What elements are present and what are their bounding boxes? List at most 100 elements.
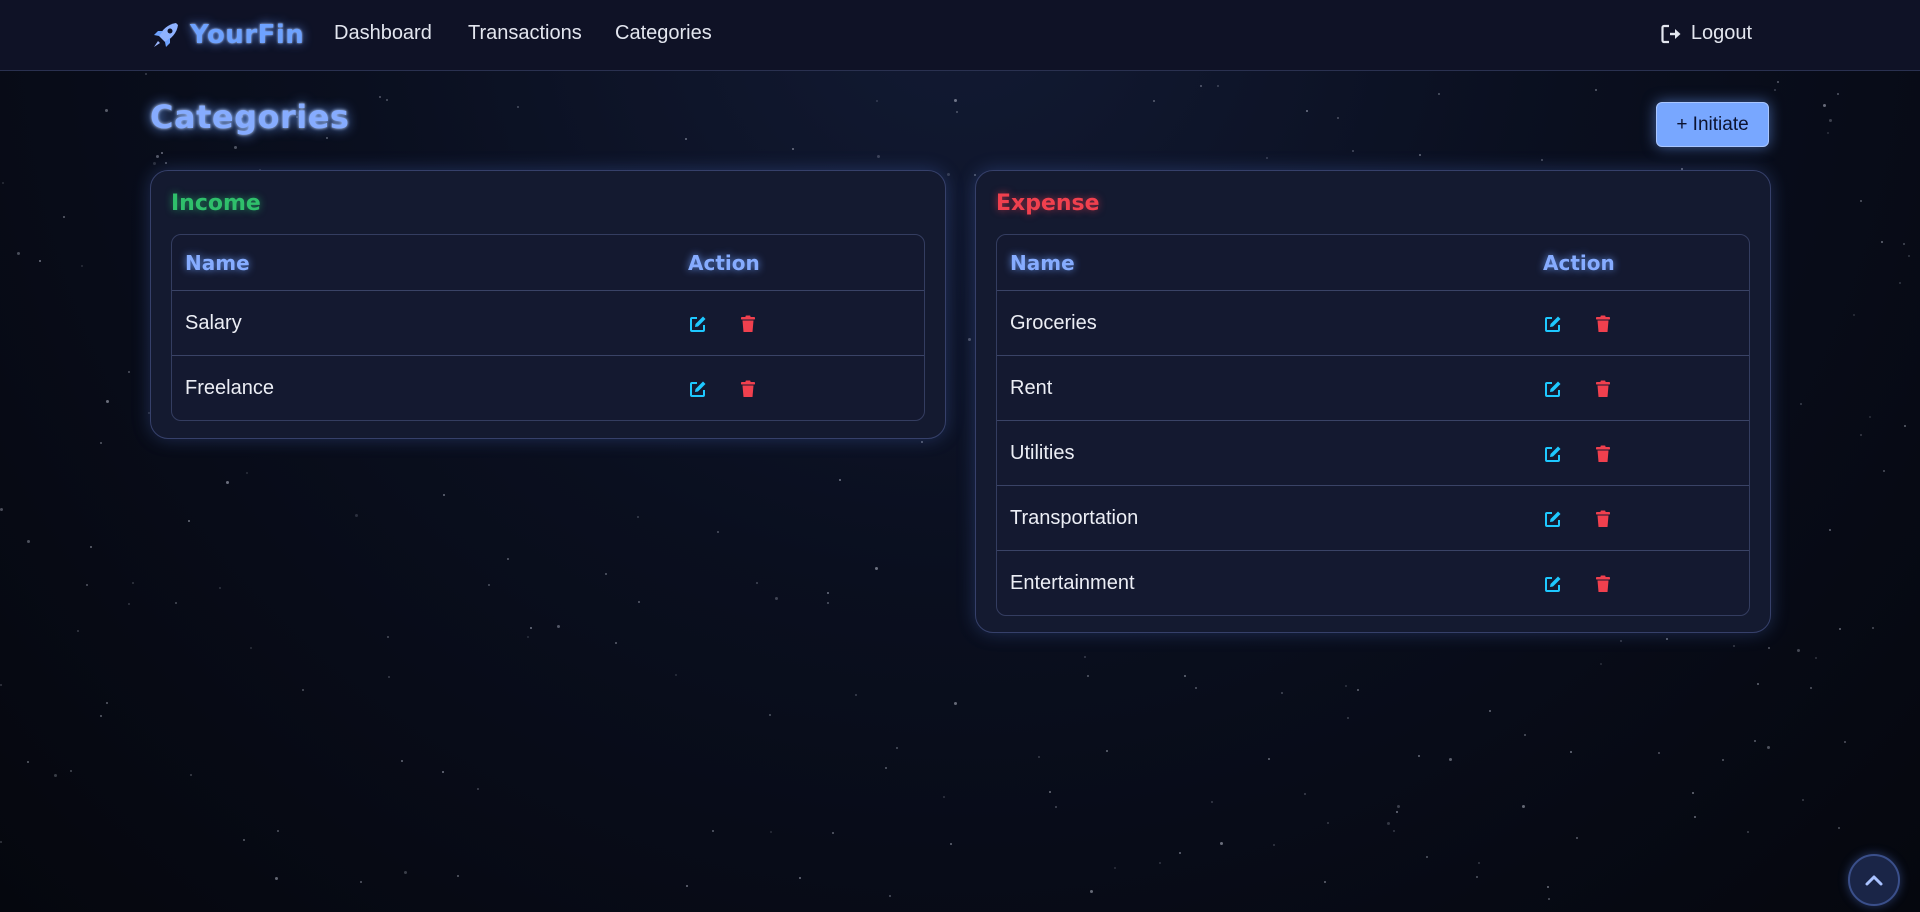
nav-link-transactions[interactable]: Transactions xyxy=(468,22,582,45)
star-decoration xyxy=(1883,470,1885,472)
star-decoration xyxy=(1304,793,1306,795)
trash-icon[interactable] xyxy=(740,380,756,403)
column-header-name: Name xyxy=(1010,250,1075,275)
star-decoration xyxy=(106,400,109,403)
star-decoration xyxy=(827,592,829,594)
star-decoration xyxy=(1881,241,1883,243)
star-decoration xyxy=(686,885,688,887)
star-decoration xyxy=(275,877,278,880)
table-row: Freelance xyxy=(172,356,924,420)
table-header: Name Action xyxy=(997,235,1749,291)
star-decoration xyxy=(885,767,887,769)
trash-icon[interactable] xyxy=(1595,575,1611,598)
edit-icon[interactable] xyxy=(1544,445,1562,468)
star-decoration xyxy=(947,173,950,176)
star-decoration xyxy=(1777,81,1779,83)
edit-icon[interactable] xyxy=(689,315,707,338)
star-decoration xyxy=(1570,751,1572,753)
star-decoration xyxy=(226,481,229,484)
star-decoration xyxy=(1184,675,1186,677)
category-name: Entertainment xyxy=(1010,572,1135,594)
edit-icon[interactable] xyxy=(689,380,707,403)
star-decoration xyxy=(956,111,958,113)
star-decoration xyxy=(360,881,362,883)
star-decoration xyxy=(1114,867,1116,869)
star-decoration xyxy=(943,796,945,798)
star-decoration xyxy=(401,760,403,762)
expense-table: Name Action Groceries Rent Utilities Transp… xyxy=(996,234,1750,616)
star-decoration xyxy=(387,636,389,638)
star-decoration xyxy=(1357,689,1359,691)
star-decoration xyxy=(1273,844,1275,846)
star-decoration xyxy=(1195,687,1197,689)
star-decoration xyxy=(1396,811,1398,813)
star-decoration xyxy=(302,689,304,691)
trash-icon[interactable] xyxy=(740,315,756,338)
table-header: Name Action xyxy=(172,235,924,291)
star-decoration xyxy=(1903,243,1905,245)
trash-icon[interactable] xyxy=(1595,380,1611,403)
brand[interactable]: YourFin xyxy=(150,12,304,58)
star-decoration xyxy=(1426,856,1428,858)
star-decoration xyxy=(875,567,878,570)
nav-link-categories[interactable]: Categories xyxy=(615,22,712,45)
star-decoration xyxy=(1860,200,1862,202)
initiate-button[interactable]: + Initiate xyxy=(1656,102,1769,147)
edit-icon[interactable] xyxy=(1544,510,1562,533)
expense-title: Expense xyxy=(996,191,1100,216)
star-decoration xyxy=(0,508,3,511)
star-decoration xyxy=(477,788,479,790)
star-decoration xyxy=(1692,792,1694,794)
logout-label: Logout xyxy=(1690,22,1752,44)
star-decoration xyxy=(775,597,778,600)
scroll-to-top-button[interactable] xyxy=(1848,854,1900,906)
star-decoration xyxy=(1306,110,1308,112)
trash-icon[interactable] xyxy=(1595,510,1611,533)
star-decoration xyxy=(832,832,834,834)
star-decoration xyxy=(1478,862,1480,864)
star-decoration xyxy=(877,155,880,158)
star-decoration xyxy=(1084,656,1086,658)
star-decoration xyxy=(1767,746,1770,749)
star-decoration xyxy=(1489,710,1491,712)
edit-icon[interactable] xyxy=(1544,380,1562,403)
star-decoration xyxy=(1722,759,1724,761)
star-decoration xyxy=(1324,881,1326,883)
star-decoration xyxy=(277,830,279,832)
logout-button[interactable]: Logout xyxy=(1661,22,1752,45)
nav-link-dashboard[interactable]: Dashboard xyxy=(334,22,432,45)
edit-icon[interactable] xyxy=(1544,575,1562,598)
star-decoration xyxy=(876,100,878,102)
star-decoration xyxy=(1106,750,1108,752)
trash-icon[interactable] xyxy=(1595,445,1611,468)
brand-name: YourFin xyxy=(190,20,305,50)
star-decoration xyxy=(488,584,490,586)
star-decoration xyxy=(106,702,108,704)
star-decoration xyxy=(675,674,677,676)
star-decoration xyxy=(517,106,519,108)
star-decoration xyxy=(388,676,390,678)
star-decoration xyxy=(234,146,237,149)
star-decoration xyxy=(86,584,88,586)
star-decoration xyxy=(792,148,794,150)
star-decoration xyxy=(896,747,898,749)
star-decoration xyxy=(1754,740,1756,742)
star-decoration xyxy=(557,625,560,628)
star-decoration xyxy=(1666,638,1668,640)
column-header-action: Action xyxy=(688,250,760,275)
star-decoration xyxy=(889,895,891,897)
star-decoration xyxy=(128,371,130,373)
star-decoration xyxy=(968,338,971,341)
expense-card: Expense Name Action Groceries Rent Utiliti… xyxy=(975,170,1771,633)
star-decoration xyxy=(0,684,2,686)
star-decoration xyxy=(1827,132,1829,134)
star-decoration xyxy=(1747,831,1749,833)
trash-icon[interactable] xyxy=(1595,315,1611,338)
category-name: Transportation xyxy=(1010,507,1139,529)
edit-icon[interactable] xyxy=(1544,315,1562,338)
star-decoration xyxy=(1268,758,1270,760)
star-decoration xyxy=(100,442,102,444)
star-decoration xyxy=(756,582,758,584)
star-decoration xyxy=(1049,791,1051,793)
star-decoration xyxy=(1179,852,1181,854)
